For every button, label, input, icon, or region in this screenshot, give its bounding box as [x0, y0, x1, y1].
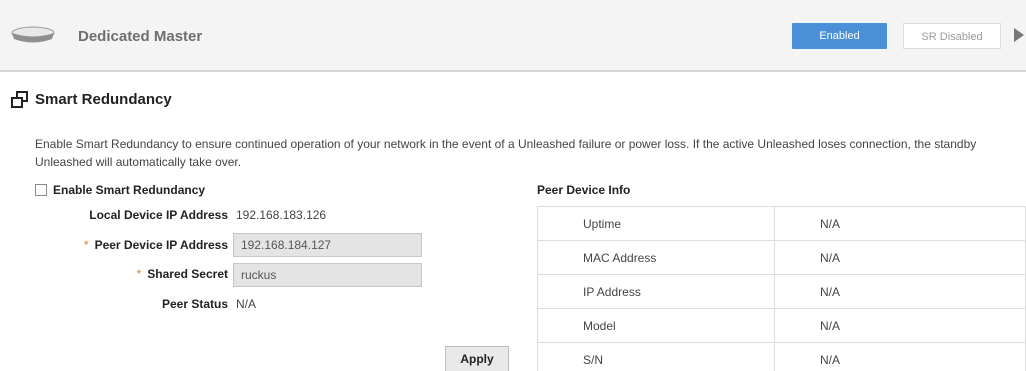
table-row: S/N N/A — [537, 342, 1026, 371]
peer-ip-label: * Peer Device IP Address — [58, 238, 228, 252]
apply-button[interactable]: Apply — [445, 346, 509, 371]
required-marker: * — [136, 267, 142, 281]
required-marker: * — [83, 238, 89, 252]
access-point-icon — [11, 26, 55, 43]
peer-device-info-table: Uptime N/A MAC Address N/A IP Address N/… — [537, 206, 1026, 371]
peer-info-value: N/A — [774, 342, 1026, 371]
shared-secret-label-text: Shared Secret — [147, 267, 228, 281]
table-row: MAC Address N/A — [537, 240, 1026, 275]
local-ip-label: Local Device IP Address — [58, 208, 228, 222]
peer-ip-label-text: Peer Device IP Address — [94, 238, 228, 252]
shared-secret-input[interactable]: ruckus — [233, 263, 422, 287]
peer-device-info-title: Peer Device Info — [537, 183, 631, 197]
triangle-right-icon[interactable] — [1014, 28, 1024, 42]
enable-smart-redundancy-checkbox[interactable]: Enable Smart Redundancy — [35, 183, 205, 197]
checkbox-box[interactable] — [35, 184, 47, 196]
peer-info-key: IP Address — [537, 274, 775, 309]
peer-ip-input[interactable]: 192.168.184.127 — [233, 233, 422, 257]
section-description: Enable Smart Redundancy to ensure contin… — [35, 137, 977, 169]
peer-info-value: N/A — [774, 240, 1026, 275]
local-ip-label-text: Local Device IP Address — [89, 208, 228, 222]
section-title: Smart Redundancy — [35, 91, 172, 108]
peer-info-value: N/A — [774, 274, 1026, 309]
peer-info-key: S/N — [537, 342, 775, 371]
peer-info-key: Uptime — [537, 206, 775, 241]
local-ip-value: 192.168.183.126 — [236, 208, 327, 222]
device-title: Dedicated Master — [78, 28, 203, 45]
peer-info-key: Model — [537, 308, 775, 343]
shared-secret-label: * Shared Secret — [58, 267, 228, 281]
enable-smart-redundancy-label: Enable Smart Redundancy — [53, 183, 206, 197]
peer-info-value: N/A — [774, 206, 1026, 241]
peer-status-label-text: Peer Status — [161, 297, 228, 311]
enabled-button[interactable]: Enabled — [792, 23, 887, 49]
peer-info-key: MAC Address — [537, 240, 775, 275]
table-row: Model N/A — [537, 308, 1026, 343]
table-row: Uptime N/A — [537, 206, 1026, 241]
peer-info-value: N/A — [774, 308, 1026, 343]
peer-status-value: N/A — [236, 297, 257, 311]
peer-status-label: Peer Status — [58, 297, 228, 311]
device-header-bar: Dedicated Master Enabled SR Disabled — [0, 0, 1026, 72]
redundancy-icon — [11, 91, 28, 108]
table-row: IP Address N/A — [537, 274, 1026, 309]
sr-disabled-button[interactable]: SR Disabled — [903, 23, 1001, 49]
